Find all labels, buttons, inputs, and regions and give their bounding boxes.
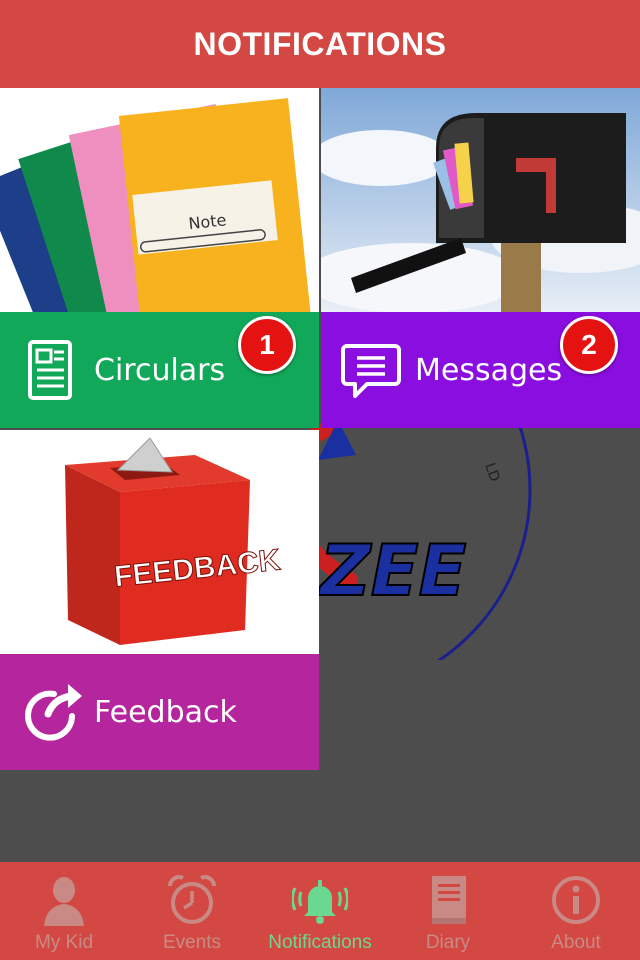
header-bar: NOTIFICATIONS [0,0,640,88]
bottom-tab-bar: My Kid Events Notifications Diary About [0,862,640,960]
feedback-bar[interactable]: Feedback [0,654,319,770]
tab-label-events: Events [162,932,222,953]
book-icon [432,876,466,924]
messages-label: Messages [415,352,563,388]
tile-feedback[interactable]: FEEDBACK Feedback [0,430,319,770]
tile-circulars[interactable]: Note Circulars 1 [0,88,319,428]
chat-bubble-icon [341,344,401,398]
circulars-count-badge: 1 [238,316,296,374]
tile-messages[interactable]: Messages 2 [321,88,640,428]
feedback-label: Feedback [94,694,237,730]
tab-notifications[interactable]: Notifications [256,862,384,960]
feedback-box-image: FEEDBACK [0,430,319,654]
alarm-clock-icon [168,875,216,924]
circulars-label: Circulars [94,352,226,388]
tab-my-kid[interactable]: My Kid [0,862,128,960]
tab-events[interactable]: Events [128,862,256,960]
share-arrow-icon [25,684,82,741]
tab-label-notifications: Notifications [268,932,372,953]
tab-diary[interactable]: Diary [384,862,512,960]
svg-text:LD: LD [481,461,502,484]
tab-about[interactable]: About [512,862,640,960]
messages-count-badge: 2 [560,316,618,374]
info-icon [552,876,600,924]
page-title: NOTIFICATIONS [193,25,447,62]
person-icon [44,877,84,926]
notebook-label-text: Note [188,210,228,233]
watermark-text: ZEE [318,530,466,612]
notebooks-image: Note [0,88,319,312]
document-icon [28,340,72,400]
tab-label-my-kid: My Kid [34,932,94,953]
mailbox-image [321,88,640,312]
tab-label-diary: Diary [425,932,471,953]
bell-icon [292,880,348,924]
tab-label-about: About [551,932,601,953]
